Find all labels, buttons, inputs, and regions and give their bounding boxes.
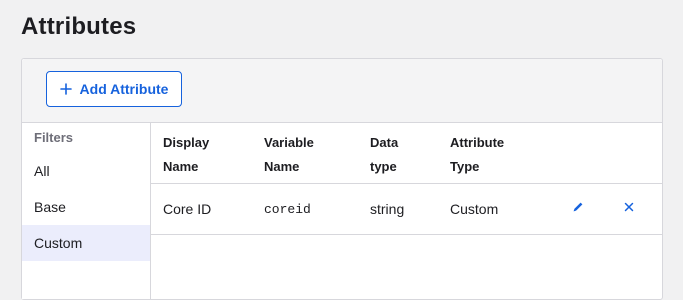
add-attribute-label: Add Attribute	[79, 81, 169, 97]
cell-display-name: Core ID	[163, 201, 212, 217]
column-header-data-type[interactable]: Data type	[370, 131, 460, 179]
add-attribute-button[interactable]: Add Attribute	[46, 71, 182, 107]
filter-item-all[interactable]: All	[22, 153, 150, 189]
column-header-line: Variable	[264, 135, 314, 150]
filter-item-label: Base	[34, 199, 66, 215]
column-header-display-name[interactable]: Display Name	[163, 131, 253, 179]
filter-item-label: Custom	[34, 235, 83, 251]
column-header-line: Type	[450, 159, 480, 174]
filter-item-label: All	[34, 163, 50, 179]
delete-attribute-button[interactable]	[617, 184, 641, 234]
column-header-variable-name[interactable]: Variable Name	[264, 131, 354, 179]
column-header-line: Name	[264, 159, 300, 174]
pencil-icon	[571, 200, 585, 219]
cell-attribute-type: Custom	[450, 201, 499, 217]
column-header-line: Name	[163, 159, 199, 174]
attributes-table: Display Name Variable Name Data type Att…	[151, 123, 662, 299]
edit-attribute-button[interactable]	[566, 184, 590, 234]
filters-heading: Filters	[34, 130, 74, 145]
close-icon	[623, 200, 635, 218]
filter-item-base[interactable]: Base	[22, 189, 150, 225]
plus-icon	[59, 83, 72, 95]
panel-toolbar: Add Attribute	[22, 59, 662, 123]
column-header-line: Display	[163, 135, 210, 150]
filter-item-custom[interactable]: Custom	[22, 225, 150, 261]
cell-variable-name: coreid	[264, 201, 311, 217]
column-header-attribute-type[interactable]: Attribute Type	[450, 131, 540, 179]
column-header-line: Data	[370, 135, 399, 150]
row-divider	[151, 234, 662, 235]
column-header-line: Attribute	[450, 135, 505, 150]
column-header-line: type	[370, 159, 397, 174]
page-title: Attributes	[21, 13, 137, 40]
filters-sidebar: Filters All Base Custom	[22, 123, 151, 299]
cell-data-type: string	[370, 201, 405, 217]
attributes-panel: Add Attribute Filters All Base Custom Di…	[21, 58, 663, 300]
